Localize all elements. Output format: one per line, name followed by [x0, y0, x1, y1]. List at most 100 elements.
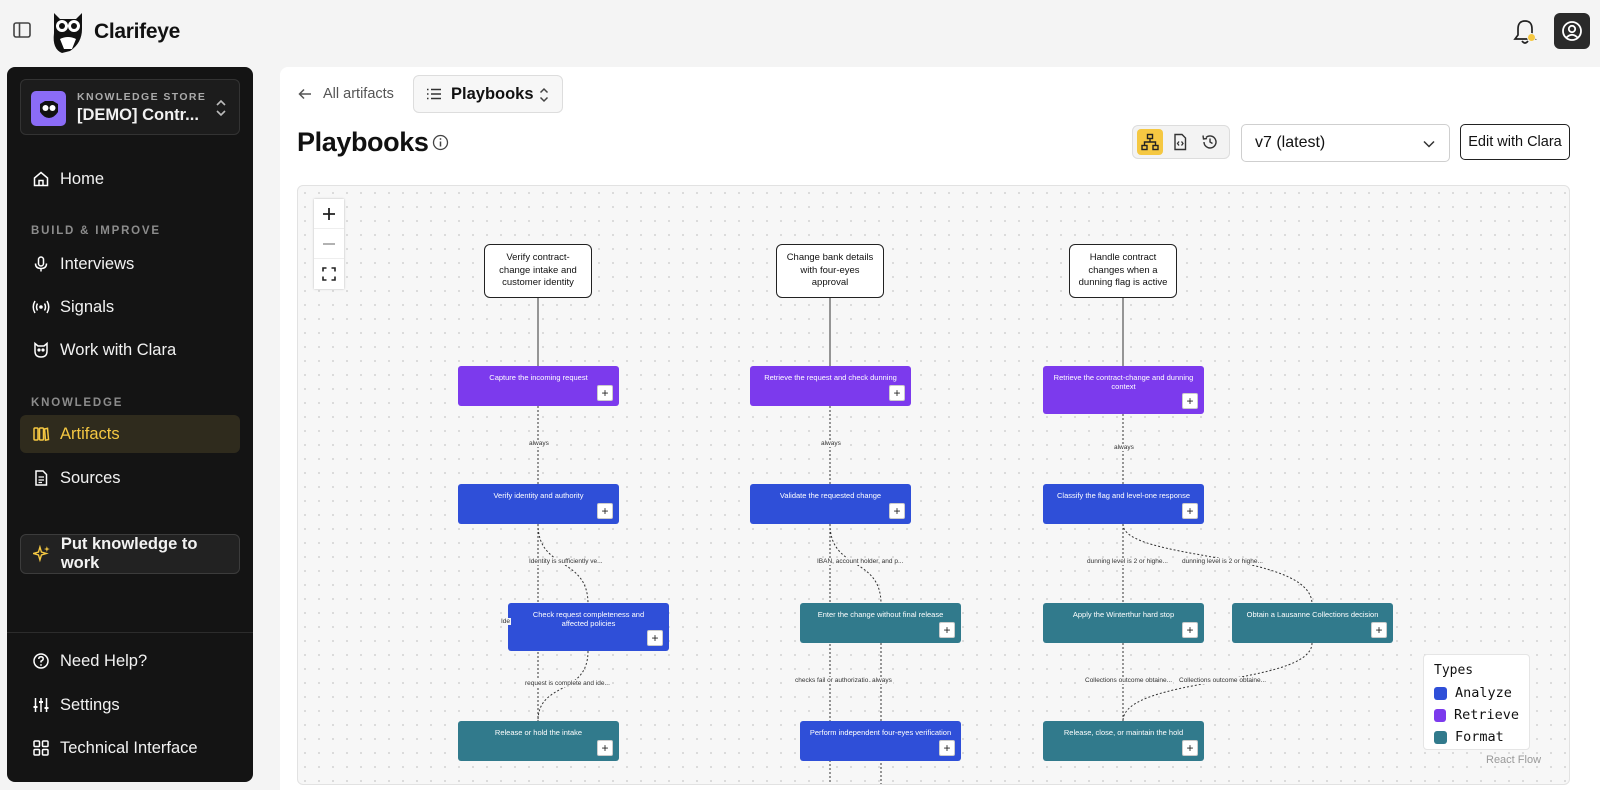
chevron-up-down-icon: [539, 87, 549, 103]
sidebar-item-technical-interface[interactable]: Technical Interface: [20, 729, 240, 767]
sidebar-item-home[interactable]: Home: [20, 160, 240, 198]
flow-node-retrieve[interactable]: Capture the incoming request +: [458, 366, 619, 406]
fit-view-icon: [322, 267, 336, 281]
add-step-button[interactable]: +: [889, 503, 905, 519]
node-label: Apply the Winterthur hard stop: [1072, 610, 1175, 619]
chevron-up-down-icon: [216, 99, 226, 117]
add-step-button[interactable]: +: [597, 385, 613, 401]
view-history-button[interactable]: [1197, 129, 1223, 155]
back-link-label: All artifacts: [323, 86, 394, 102]
fit-view-button[interactable]: [314, 259, 344, 289]
code-file-icon: [1174, 133, 1187, 151]
arrow-left-icon: [298, 88, 311, 100]
add-step-button[interactable]: +: [889, 385, 905, 401]
add-step-button[interactable]: +: [1182, 740, 1198, 756]
sidebar-item-label: Need Help?: [60, 651, 148, 670]
artifact-type-picker[interactable]: Playbooks: [413, 75, 563, 113]
sidebar: KNOWLEDGE STORE [DEMO] Contr... Home BUI…: [7, 67, 253, 782]
edge-label: Collections outcome obtaine...: [1178, 677, 1268, 684]
cta-label: Put knowledge to work: [60, 535, 198, 572]
main-panel: All artifacts Playbooks Playbooks v7 (la…: [280, 67, 1600, 790]
zoom-controls: [314, 199, 344, 289]
goal-node[interactable]: Change bank details with four-eyes appro…: [776, 244, 884, 298]
flow-node-format[interactable]: Enter the change without final release +: [800, 603, 961, 643]
back-to-all-artifacts-link[interactable]: All artifacts: [297, 84, 394, 104]
sidebar-item-label: Settings: [60, 695, 120, 714]
signal-broadcast-icon: [32, 300, 50, 314]
zoom-out-button[interactable]: [314, 229, 344, 259]
add-step-button[interactable]: +: [647, 630, 663, 646]
edge-label: dunning level is 2 or highe...: [1181, 558, 1264, 565]
add-step-button[interactable]: +: [1182, 622, 1198, 638]
view-graph-button[interactable]: [1137, 129, 1163, 155]
edge-label: always: [871, 677, 893, 684]
sidebar-item-artifacts[interactable]: Artifacts: [20, 415, 240, 453]
version-select[interactable]: v7 (latest): [1241, 124, 1450, 162]
sidebar-item-settings[interactable]: Settings: [20, 686, 240, 724]
flow-node-analyze[interactable]: Verify identity and authority +: [458, 484, 619, 524]
app-name: Clarifeye: [94, 20, 181, 43]
info-icon[interactable]: [432, 134, 449, 151]
node-label: Release or hold the intake: [494, 728, 583, 737]
flow-node-analyze[interactable]: Classify the flag and level-one response…: [1043, 484, 1204, 524]
owl-icon: [34, 341, 48, 358]
zoom-in-button[interactable]: [314, 199, 344, 229]
sidebar-item-help[interactable]: Need Help?: [20, 642, 240, 680]
sidebar-item-signals[interactable]: Signals: [20, 288, 240, 326]
sidebar-item-sources[interactable]: Sources: [20, 459, 240, 497]
sidebar-item-label: Home: [60, 169, 105, 188]
flow-node-format[interactable]: Release, close, or maintain the hold +: [1043, 721, 1204, 761]
add-step-button[interactable]: +: [1371, 622, 1387, 638]
flow-node-analyze[interactable]: Check request completeness and affected …: [508, 603, 669, 651]
legend-label: Analyze: [1455, 685, 1512, 701]
user-menu-button[interactable]: [1554, 13, 1590, 49]
help-circle-icon: [33, 653, 49, 669]
notification-dot: [1527, 33, 1536, 42]
minus-icon: [323, 242, 335, 245]
flow-node-analyze[interactable]: Validate the requested change +: [750, 484, 911, 524]
node-label: Obtain a Lausanne Collections decision: [1246, 610, 1379, 619]
legend-title: Types: [1434, 663, 1474, 678]
user-avatar-icon: [1562, 21, 1582, 41]
react-flow-attribution[interactable]: React Flow: [1486, 754, 1541, 766]
legend-swatch: [1434, 730, 1447, 744]
knowledge-store-switcher[interactable]: KNOWLEDGE STORE [DEMO] Contr...: [20, 79, 240, 135]
edge-label: Identity is sufficiently ve...: [528, 558, 604, 565]
history-icon: [1202, 135, 1217, 149]
edit-with-clara-button[interactable]: Edit with Clara: [1460, 124, 1570, 160]
sidebar-item-label: Work with Clara: [60, 340, 177, 359]
flow-node-analyze[interactable]: Perform independent four-eyes verificati…: [800, 721, 961, 761]
sidebar-item-work-with-clara[interactable]: Work with Clara: [20, 331, 240, 369]
add-step-button[interactable]: +: [1182, 393, 1198, 409]
sidebar-toggle-icon[interactable]: [12, 20, 32, 40]
flow-node-format[interactable]: Release or hold the intake +: [458, 721, 619, 761]
add-step-button[interactable]: +: [597, 740, 613, 756]
view-mode-toggle: [1132, 125, 1230, 159]
add-step-button[interactable]: +: [939, 740, 955, 756]
put-knowledge-to-work-button[interactable]: Put knowledge to work: [20, 534, 240, 574]
flow-node-format[interactable]: Apply the Winterthur hard stop +: [1043, 603, 1204, 643]
edge-label: always: [1113, 444, 1135, 451]
legend-item-analyze: Analyze: [1434, 682, 1519, 704]
notification-bell-icon[interactable]: [1512, 18, 1538, 46]
app-logo[interactable]: Clarifeye: [48, 8, 180, 56]
store-kicker: KNOWLEDGE STORE: [77, 91, 207, 103]
flow-node-retrieve[interactable]: Retrieve the contract-change and dunning…: [1043, 366, 1204, 414]
add-step-button[interactable]: +: [597, 503, 613, 519]
document-icon: [35, 470, 48, 486]
add-step-button[interactable]: +: [939, 622, 955, 638]
goal-node[interactable]: Verify contract-change intake and custom…: [484, 244, 592, 298]
add-step-button[interactable]: +: [1182, 503, 1198, 519]
node-label: Perform independent four-eyes verificati…: [809, 728, 952, 737]
flow-canvas[interactable]: Verify contract-change intake and custom…: [297, 185, 1570, 785]
store-avatar: [31, 91, 66, 126]
goal-node[interactable]: Handle contract changes when a dunning f…: [1069, 244, 1177, 298]
edge-label: Collections outcome obtaine...: [1084, 677, 1174, 684]
sidebar-item-interviews[interactable]: Interviews: [20, 245, 240, 283]
store-logo-icon: [39, 100, 58, 118]
view-code-button[interactable]: [1167, 129, 1193, 155]
edge-label: checks fail or authorizatio...: [794, 677, 875, 684]
list-icon: [427, 88, 441, 100]
flow-node-retrieve[interactable]: Retrieve the request and check dunning +: [750, 366, 911, 406]
flow-node-format[interactable]: Obtain a Lausanne Collections decision +: [1232, 603, 1393, 643]
